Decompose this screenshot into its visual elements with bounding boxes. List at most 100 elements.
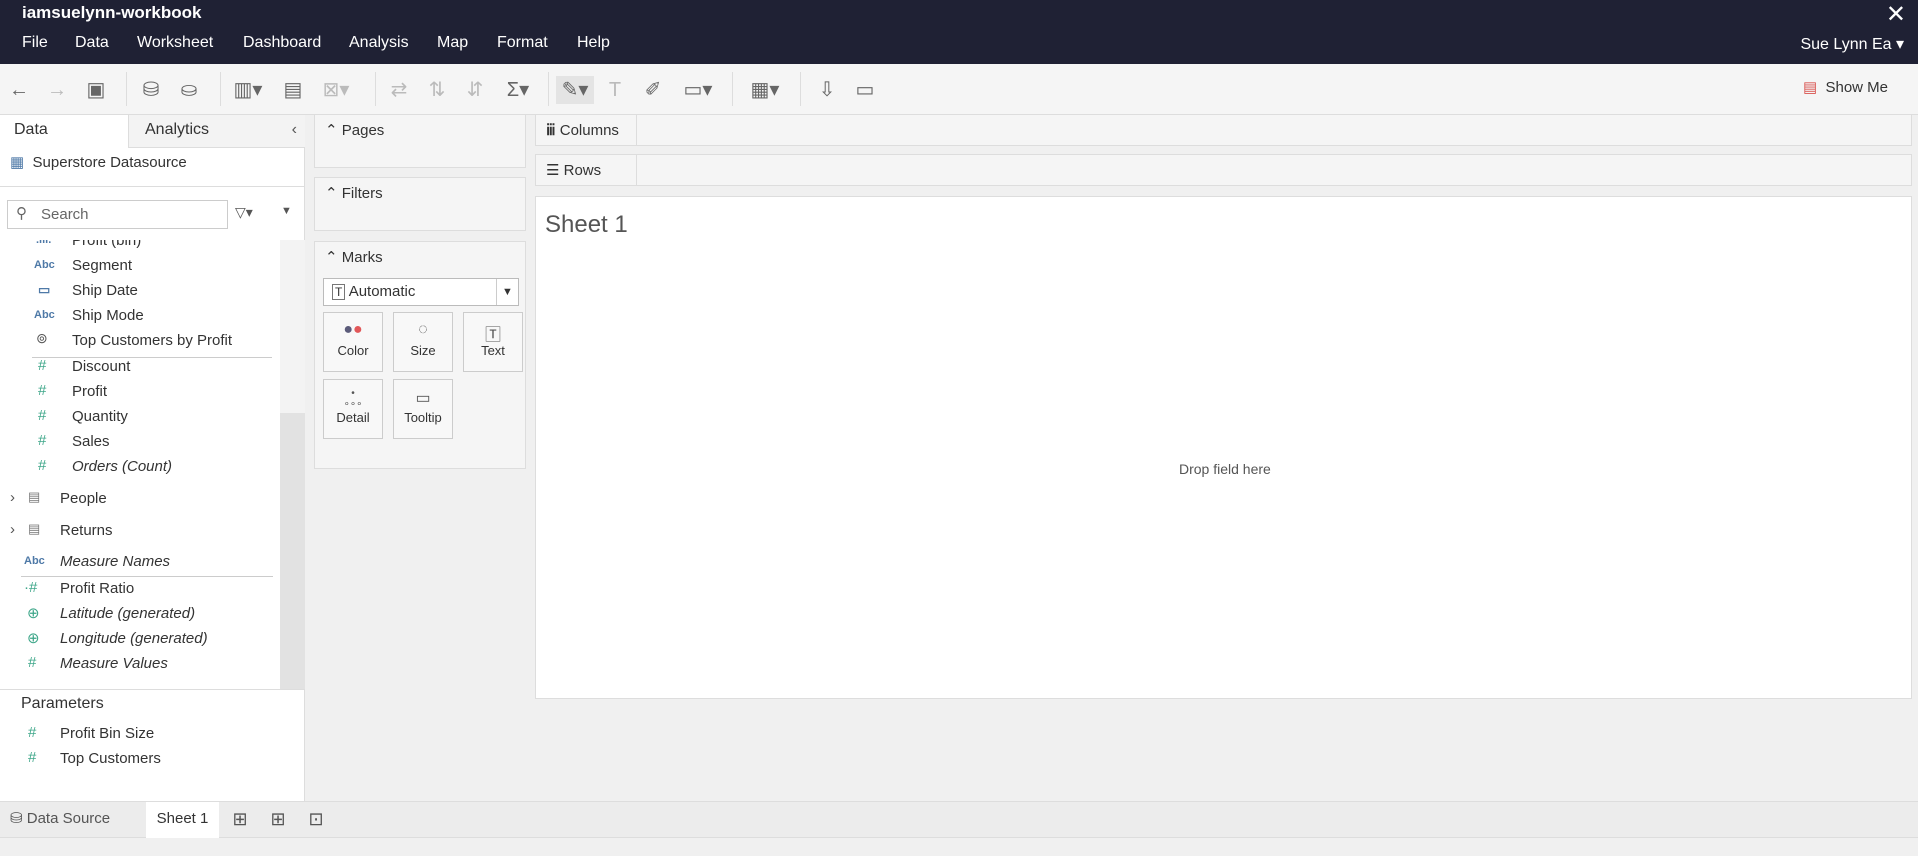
- data-source-tab[interactable]: ⛁ Data Source: [10, 802, 110, 838]
- size-button[interactable]: ◌ Size: [393, 312, 453, 372]
- show-me-icon: ▤: [1802, 79, 1818, 96]
- parameter-icon: #: [28, 749, 37, 766]
- drop-field-here[interactable]: Drop field here: [1179, 461, 1271, 477]
- tooltip-button[interactable]: ▭ Tooltip: [393, 379, 453, 439]
- field-ship-date[interactable]: Ship Date: [72, 282, 138, 299]
- expand-icon[interactable]: ›: [10, 489, 15, 506]
- string-icon: Abc: [24, 555, 45, 567]
- field-longitude[interactable]: Longitude (generated): [60, 630, 208, 647]
- user-menu[interactable]: Sue Lynn Ea ▾: [1800, 34, 1904, 54]
- sort-ascending-icon[interactable]: ⇅: [422, 76, 452, 104]
- globe-icon: ⊕: [27, 605, 40, 622]
- field-latitude[interactable]: Latitude (generated): [60, 605, 195, 622]
- menu-data[interactable]: Data: [75, 34, 109, 52]
- new-worksheet-icon[interactable]: ▥▾: [230, 76, 266, 104]
- field-measure-values[interactable]: Measure Values: [60, 655, 168, 672]
- close-icon[interactable]: ✕: [1886, 0, 1906, 29]
- data-source-label: Data Source: [26, 810, 111, 827]
- highlight-icon[interactable]: ✎▾: [556, 76, 594, 104]
- tab-analytics[interactable]: Analytics ‹: [128, 115, 305, 148]
- labels-icon[interactable]: T: [600, 76, 630, 104]
- table-returns[interactable]: Returns: [60, 522, 113, 539]
- fit-icon[interactable]: ▭▾: [678, 76, 718, 104]
- pause-updates-icon[interactable]: ⛀: [174, 76, 204, 104]
- totals-icon[interactable]: Σ▾: [500, 76, 536, 104]
- database-icon: ⛁: [10, 810, 23, 827]
- menu-dashboard[interactable]: Dashboard: [243, 34, 321, 52]
- rows-shelf[interactable]: ☰ Rows: [535, 154, 1912, 186]
- detail-label: Detail: [336, 410, 370, 425]
- download-icon[interactable]: ⇩: [812, 76, 842, 104]
- sort-descending-icon[interactable]: ⇵: [460, 76, 490, 104]
- sheet-tab[interactable]: Sheet 1: [146, 802, 219, 838]
- save-icon[interactable]: ▣: [81, 76, 111, 104]
- field-profit-bin[interactable]: Profit (bin): [72, 240, 141, 249]
- duplicate-sheet-icon[interactable]: ▤: [278, 76, 308, 104]
- show-cards-icon[interactable]: ▦▾: [744, 76, 786, 104]
- parameter-profit-bin-size[interactable]: Profit Bin Size: [60, 725, 154, 742]
- field-top-customers-by-profit[interactable]: Top Customers by Profit: [72, 332, 232, 349]
- show-me-label: Show Me: [1825, 79, 1888, 96]
- menu-worksheet[interactable]: Worksheet: [137, 34, 213, 52]
- field-measure-names[interactable]: Measure Names: [60, 553, 170, 570]
- menu-format[interactable]: Format: [497, 34, 548, 52]
- collapse-icon[interactable]: ‹: [292, 115, 297, 145]
- sheet-title[interactable]: Sheet 1: [545, 211, 628, 239]
- set-icon: ⊚: [36, 330, 48, 346]
- field-orders-count[interactable]: Orders (Count): [72, 458, 172, 475]
- menu-analysis[interactable]: Analysis: [349, 34, 409, 52]
- color-icon: ●●: [343, 321, 363, 338]
- menu-file[interactable]: File: [22, 34, 48, 52]
- field-sales[interactable]: Sales: [72, 433, 110, 450]
- new-datasource-icon[interactable]: ⛁: [136, 76, 166, 104]
- search-input[interactable]: ⚲ Search: [7, 200, 228, 229]
- presentation-icon[interactable]: ▭: [850, 76, 880, 104]
- table-people[interactable]: People: [60, 490, 107, 507]
- color-button[interactable]: ●● Color: [323, 312, 383, 372]
- window-title: iamsuelynn-workbook: [22, 3, 202, 22]
- undo-icon[interactable]: ←: [4, 76, 34, 104]
- search-icon: ⚲: [16, 205, 27, 222]
- columns-icon: ⅲ: [546, 122, 556, 139]
- scrollbar-thumb[interactable]: [280, 413, 305, 689]
- detail-button[interactable]: • ∘∘∘ Detail: [323, 379, 383, 439]
- expand-icon[interactable]: ›: [10, 521, 15, 538]
- field-profit[interactable]: Profit: [72, 383, 107, 400]
- mark-type-dropdown[interactable]: T Automatic ▼: [323, 278, 519, 306]
- filters-card[interactable]: ⌃ Filters: [314, 177, 526, 231]
- new-worksheet-icon[interactable]: ⊞: [224, 802, 256, 838]
- menu-map[interactable]: Map: [437, 34, 468, 52]
- table-icon: ▤: [28, 489, 41, 504]
- tab-data[interactable]: Data: [0, 115, 128, 148]
- chevron-down-icon: ▼: [496, 279, 518, 305]
- format-icon[interactable]: ✐: [638, 76, 668, 104]
- rows-text: Rows: [563, 162, 602, 179]
- clear-sheet-icon[interactable]: ⊠▾: [318, 76, 354, 104]
- sheet-canvas[interactable]: Sheet 1 Drop field here: [535, 196, 1912, 699]
- parameters-header: Parameters: [21, 695, 104, 712]
- datasource-item[interactable]: ▦ Superstore Datasource: [10, 153, 187, 171]
- filters-header: ⌃ Filters: [325, 185, 383, 202]
- size-icon: ◌: [418, 321, 428, 338]
- new-story-icon[interactable]: ⊡: [300, 802, 332, 838]
- field-quantity[interactable]: Quantity: [72, 408, 128, 425]
- field-ship-mode[interactable]: Ship Mode: [72, 307, 144, 324]
- field-profit-ratio[interactable]: Profit Ratio: [60, 580, 134, 597]
- parameter-top-customers[interactable]: Top Customers: [60, 750, 161, 767]
- color-label: Color: [337, 343, 369, 358]
- text-button[interactable]: 🅃 Text: [463, 312, 523, 372]
- pages-card[interactable]: ⌃ Pages: [314, 114, 526, 168]
- redo-icon[interactable]: →: [42, 76, 72, 104]
- menu-help[interactable]: Help: [577, 34, 610, 52]
- text-icon: 🅃: [484, 327, 501, 344]
- columns-shelf[interactable]: ⅲ Columns: [535, 114, 1912, 146]
- filter-icon[interactable]: ▽▾: [235, 204, 253, 221]
- show-me-button[interactable]: ▤ Show Me: [1803, 78, 1888, 96]
- field-discount[interactable]: Discount: [72, 358, 130, 375]
- field-segment[interactable]: Segment: [72, 257, 132, 274]
- user-name: Sue Lynn Ea: [1800, 36, 1892, 53]
- swap-icon[interactable]: ⇄: [384, 76, 414, 104]
- rows-label: ☰ Rows: [536, 155, 637, 185]
- menu-dropdown-icon[interactable]: ▼: [281, 205, 292, 217]
- new-dashboard-icon[interactable]: ⊞: [262, 802, 294, 838]
